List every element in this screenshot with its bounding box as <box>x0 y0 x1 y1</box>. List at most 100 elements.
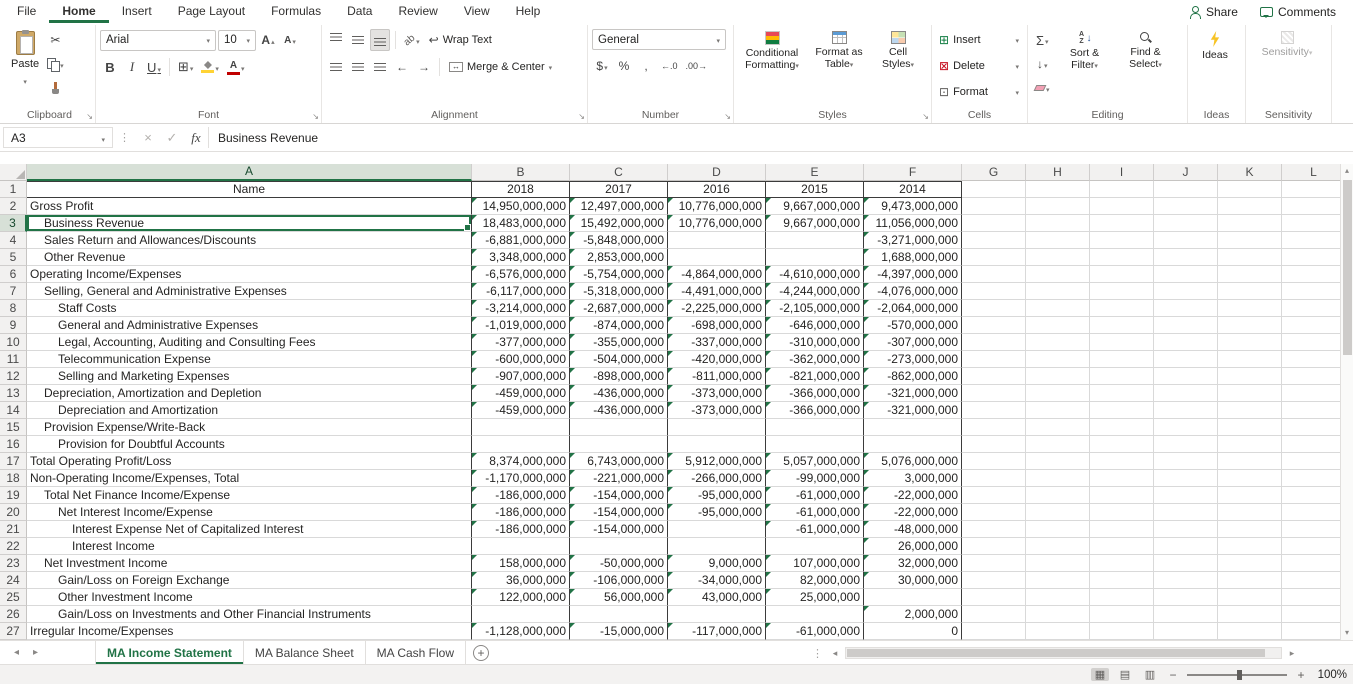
row-header-5[interactable]: 5 <box>0 249 27 266</box>
cell-j27[interactable] <box>1154 623 1218 640</box>
column-header-b[interactable]: B <box>472 164 570 181</box>
cell-g14[interactable] <box>962 402 1026 419</box>
cell-c1[interactable]: 2017 <box>570 181 668 198</box>
find-select-button[interactable]: Find & Select <box>1117 27 1175 72</box>
cell-j22[interactable] <box>1154 538 1218 555</box>
format-as-table-button[interactable]: Format as Table <box>808 27 870 72</box>
sheet-tab-ma-cash-flow[interactable]: MA Cash Flow <box>366 641 467 664</box>
cell-g18[interactable] <box>962 470 1026 487</box>
cell-b13[interactable]: -459,000,000 <box>472 385 570 402</box>
cell-f16[interactable] <box>864 436 962 453</box>
wrap-text-button[interactable]: ↩ Wrap Text <box>425 30 496 51</box>
cell-a23[interactable]: Net Investment Income <box>27 555 472 572</box>
middle-align-button[interactable] <box>348 29 368 51</box>
cell-h15[interactable] <box>1026 419 1090 436</box>
autosum-button[interactable]: Σ <box>1032 29 1053 51</box>
cell-l26[interactable] <box>1282 606 1346 623</box>
cell-f10[interactable]: -307,000,000 <box>864 334 962 351</box>
cell-j2[interactable] <box>1154 198 1218 215</box>
column-header-h[interactable]: H <box>1026 164 1090 181</box>
cell-c15[interactable] <box>570 419 668 436</box>
align-right-button[interactable] <box>370 56 390 78</box>
cell-e21[interactable]: -61,000,000 <box>766 521 864 538</box>
cell-i11[interactable] <box>1090 351 1154 368</box>
cell-j26[interactable] <box>1154 606 1218 623</box>
cell-b19[interactable]: -186,000,000 <box>472 487 570 504</box>
cell-b24[interactable]: 36,000,000 <box>472 572 570 589</box>
cell-h3[interactable] <box>1026 215 1090 232</box>
cell-d15[interactable] <box>668 419 766 436</box>
bold-button[interactable]: B <box>100 56 120 78</box>
decrease-decimal-button[interactable]: .00→ <box>683 55 711 77</box>
increase-decimal-button[interactable]: ←.0 <box>658 55 681 77</box>
cell-j12[interactable] <box>1154 368 1218 385</box>
cell-b14[interactable]: -459,000,000 <box>472 402 570 419</box>
cell-e19[interactable]: -61,000,000 <box>766 487 864 504</box>
cell-l27[interactable] <box>1282 623 1346 640</box>
cell-a6[interactable]: Operating Income/Expenses <box>27 266 472 283</box>
cell-f22[interactable]: 26,000,000 <box>864 538 962 555</box>
cell-e15[interactable] <box>766 419 864 436</box>
cell-k8[interactable] <box>1218 300 1282 317</box>
row-header-25[interactable]: 25 <box>0 589 27 606</box>
vscroll-up-arrow[interactable]: ▴ <box>1345 164 1349 178</box>
menu-tab-insert[interactable]: Insert <box>109 0 165 23</box>
cell-d8[interactable]: -2,225,000,000 <box>668 300 766 317</box>
cell-j3[interactable] <box>1154 215 1218 232</box>
cell-c27[interactable]: -15,000,000 <box>570 623 668 640</box>
cell-d1[interactable]: 2016 <box>668 181 766 198</box>
row-header-3[interactable]: 3 <box>0 215 27 232</box>
styles-dialog-launcher[interactable]: ↘ <box>922 112 929 122</box>
cell-k27[interactable] <box>1218 623 1282 640</box>
cell-i15[interactable] <box>1090 419 1154 436</box>
cell-i21[interactable] <box>1090 521 1154 538</box>
cell-h4[interactable] <box>1026 232 1090 249</box>
cell-j14[interactable] <box>1154 402 1218 419</box>
cell-e27[interactable]: -61,000,000 <box>766 623 864 640</box>
column-header-c[interactable]: C <box>570 164 668 181</box>
cell-k14[interactable] <box>1218 402 1282 419</box>
cell-e5[interactable] <box>766 249 864 266</box>
row-header-20[interactable]: 20 <box>0 504 27 521</box>
row-header-2[interactable]: 2 <box>0 198 27 215</box>
cell-b21[interactable]: -186,000,000 <box>472 521 570 538</box>
cell-f26[interactable]: 2,000,000 <box>864 606 962 623</box>
underline-button[interactable]: U <box>144 56 164 78</box>
cell-f3[interactable]: 11,056,000,000 <box>864 215 962 232</box>
conditional-formatting-button[interactable]: Conditional Formatting <box>738 27 806 73</box>
cell-i3[interactable] <box>1090 215 1154 232</box>
cell-g22[interactable] <box>962 538 1026 555</box>
font-color-button[interactable]: A <box>224 56 248 78</box>
cell-f8[interactable]: -2,064,000,000 <box>864 300 962 317</box>
cell-l11[interactable] <box>1282 351 1346 368</box>
cell-e17[interactable]: 5,057,000,000 <box>766 453 864 470</box>
cell-a11[interactable]: Telecommunication Expense <box>27 351 472 368</box>
cell-a26[interactable]: Gain/Loss on Investments and Other Finan… <box>27 606 472 623</box>
cell-d17[interactable]: 5,912,000,000 <box>668 453 766 470</box>
cell-e24[interactable]: 82,000,000 <box>766 572 864 589</box>
select-all-button[interactable] <box>0 164 27 181</box>
accounting-format-button[interactable]: $ <box>592 55 612 77</box>
number-dialog-launcher[interactable]: ↘ <box>724 112 731 122</box>
cell-l23[interactable] <box>1282 555 1346 572</box>
cell-h13[interactable] <box>1026 385 1090 402</box>
cell-f20[interactable]: -22,000,000 <box>864 504 962 521</box>
cell-j13[interactable] <box>1154 385 1218 402</box>
sensitivity-button[interactable]: Sensitivity <box>1250 27 1324 60</box>
cell-b11[interactable]: -600,000,000 <box>472 351 570 368</box>
cell-i23[interactable] <box>1090 555 1154 572</box>
cell-g23[interactable] <box>962 555 1026 572</box>
cell-b10[interactable]: -377,000,000 <box>472 334 570 351</box>
cell-i17[interactable] <box>1090 453 1154 470</box>
cell-k22[interactable] <box>1218 538 1282 555</box>
row-header-26[interactable]: 26 <box>0 606 27 623</box>
cell-f1[interactable]: 2014 <box>864 181 962 198</box>
cell-f11[interactable]: -273,000,000 <box>864 351 962 368</box>
row-header-16[interactable]: 16 <box>0 436 27 453</box>
cell-h19[interactable] <box>1026 487 1090 504</box>
cell-a9[interactable]: General and Administrative Expenses <box>27 317 472 334</box>
vertical-scrollbar[interactable]: ▴ ▾ <box>1340 164 1353 640</box>
cell-f7[interactable]: -4,076,000,000 <box>864 283 962 300</box>
sort-filter-button[interactable]: AZ ↓ Sort & Filter <box>1055 27 1115 73</box>
clipboard-dialog-launcher[interactable]: ↘ <box>86 112 93 122</box>
